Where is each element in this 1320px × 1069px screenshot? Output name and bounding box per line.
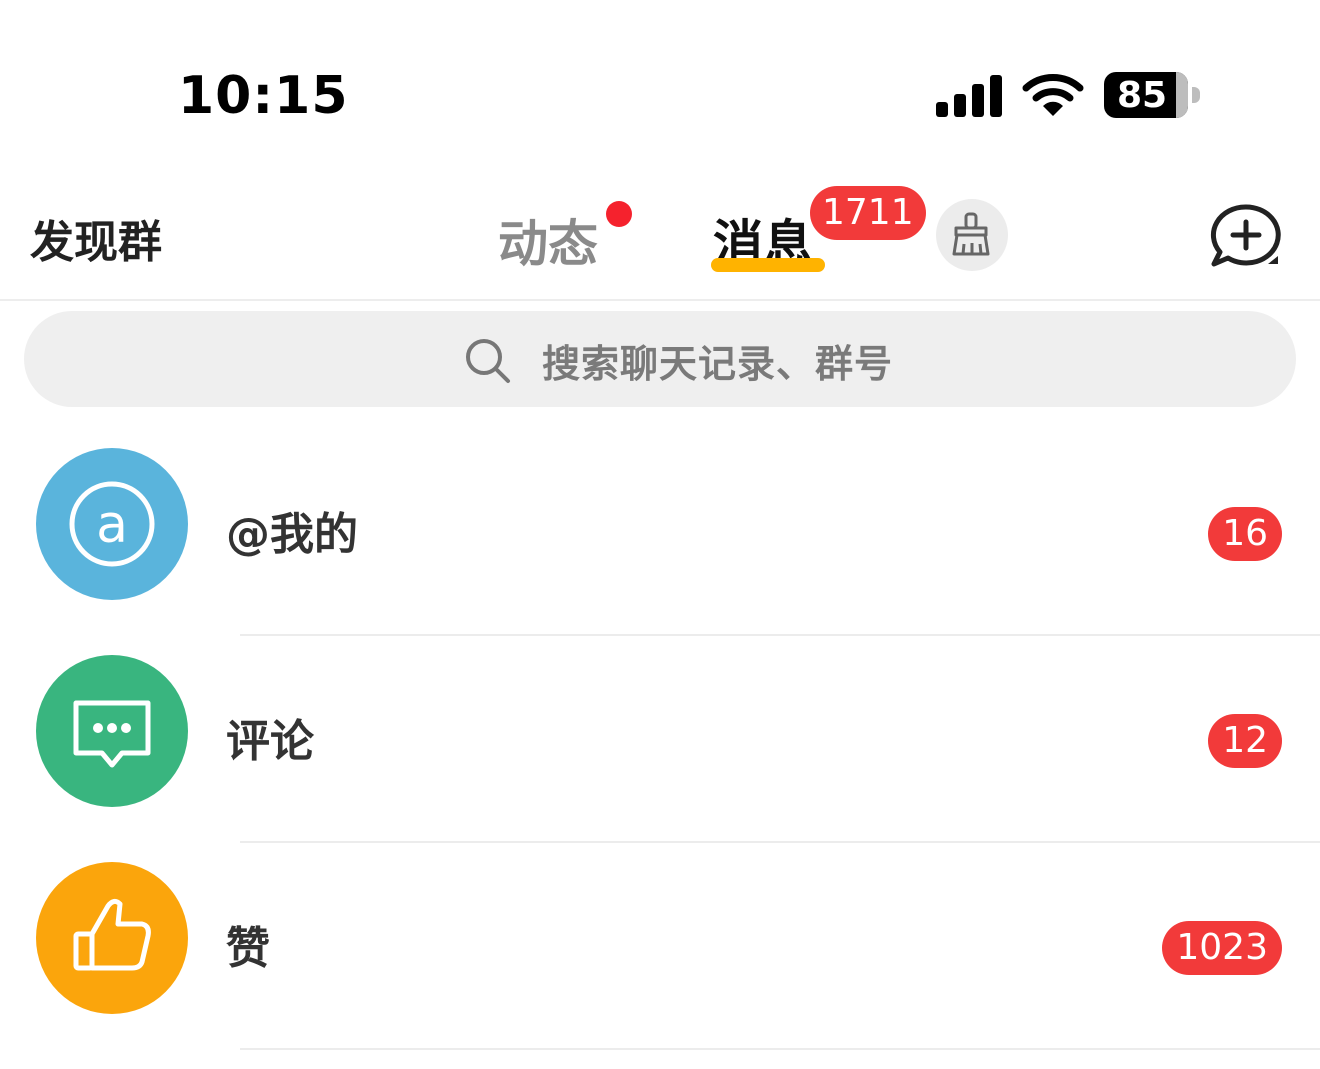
thumbs-up-icon [36,862,188,1014]
list-item-label: @我的 [226,509,358,560]
clean-unread-button[interactable] [936,199,1008,271]
divider [240,1048,1320,1050]
battery-level: 85 [1116,75,1168,116]
battery-icon: 85 [1104,72,1200,120]
divider [240,634,1320,636]
list-item-likes[interactable]: 赞 1023 [0,862,1320,1069]
active-tab-indicator [711,258,825,272]
list-item-mentions[interactable]: a @我的 16 [0,448,1320,655]
unread-badge: 12 [1208,714,1282,768]
header-divider [0,299,1320,301]
cellular-signal-icon [936,75,1002,117]
svg-text:a: a [96,495,128,555]
tab-feed[interactable]: 动态 [498,204,598,276]
unread-badge: 1023 [1162,921,1282,975]
wifi-icon [1022,74,1084,116]
divider [240,841,1320,843]
search-input[interactable]: 搜索聊天记录、群号 [24,311,1296,407]
messages-unread-badge: 1711 [810,186,926,240]
comment-icon [36,655,188,807]
status-bar: 10:15 85 [0,0,1320,180]
discover-groups-link[interactable]: 发现群 [30,206,162,270]
search-icon [466,339,510,383]
add-chat-icon[interactable] [1206,202,1286,272]
search-placeholder: 搜索聊天记录、群号 [542,342,894,386]
broom-icon [952,212,990,256]
list-item-comments[interactable]: 评论 12 [0,655,1320,862]
unread-badge: 16 [1208,507,1282,561]
status-time: 10:15 [178,66,349,126]
battery-cap [1192,87,1200,103]
list-item-label: 评论 [226,716,314,767]
at-icon: a [36,448,188,600]
feed-unread-dot [606,201,632,227]
battery-body: 85 [1104,72,1188,118]
list-item-label: 赞 [226,923,270,974]
